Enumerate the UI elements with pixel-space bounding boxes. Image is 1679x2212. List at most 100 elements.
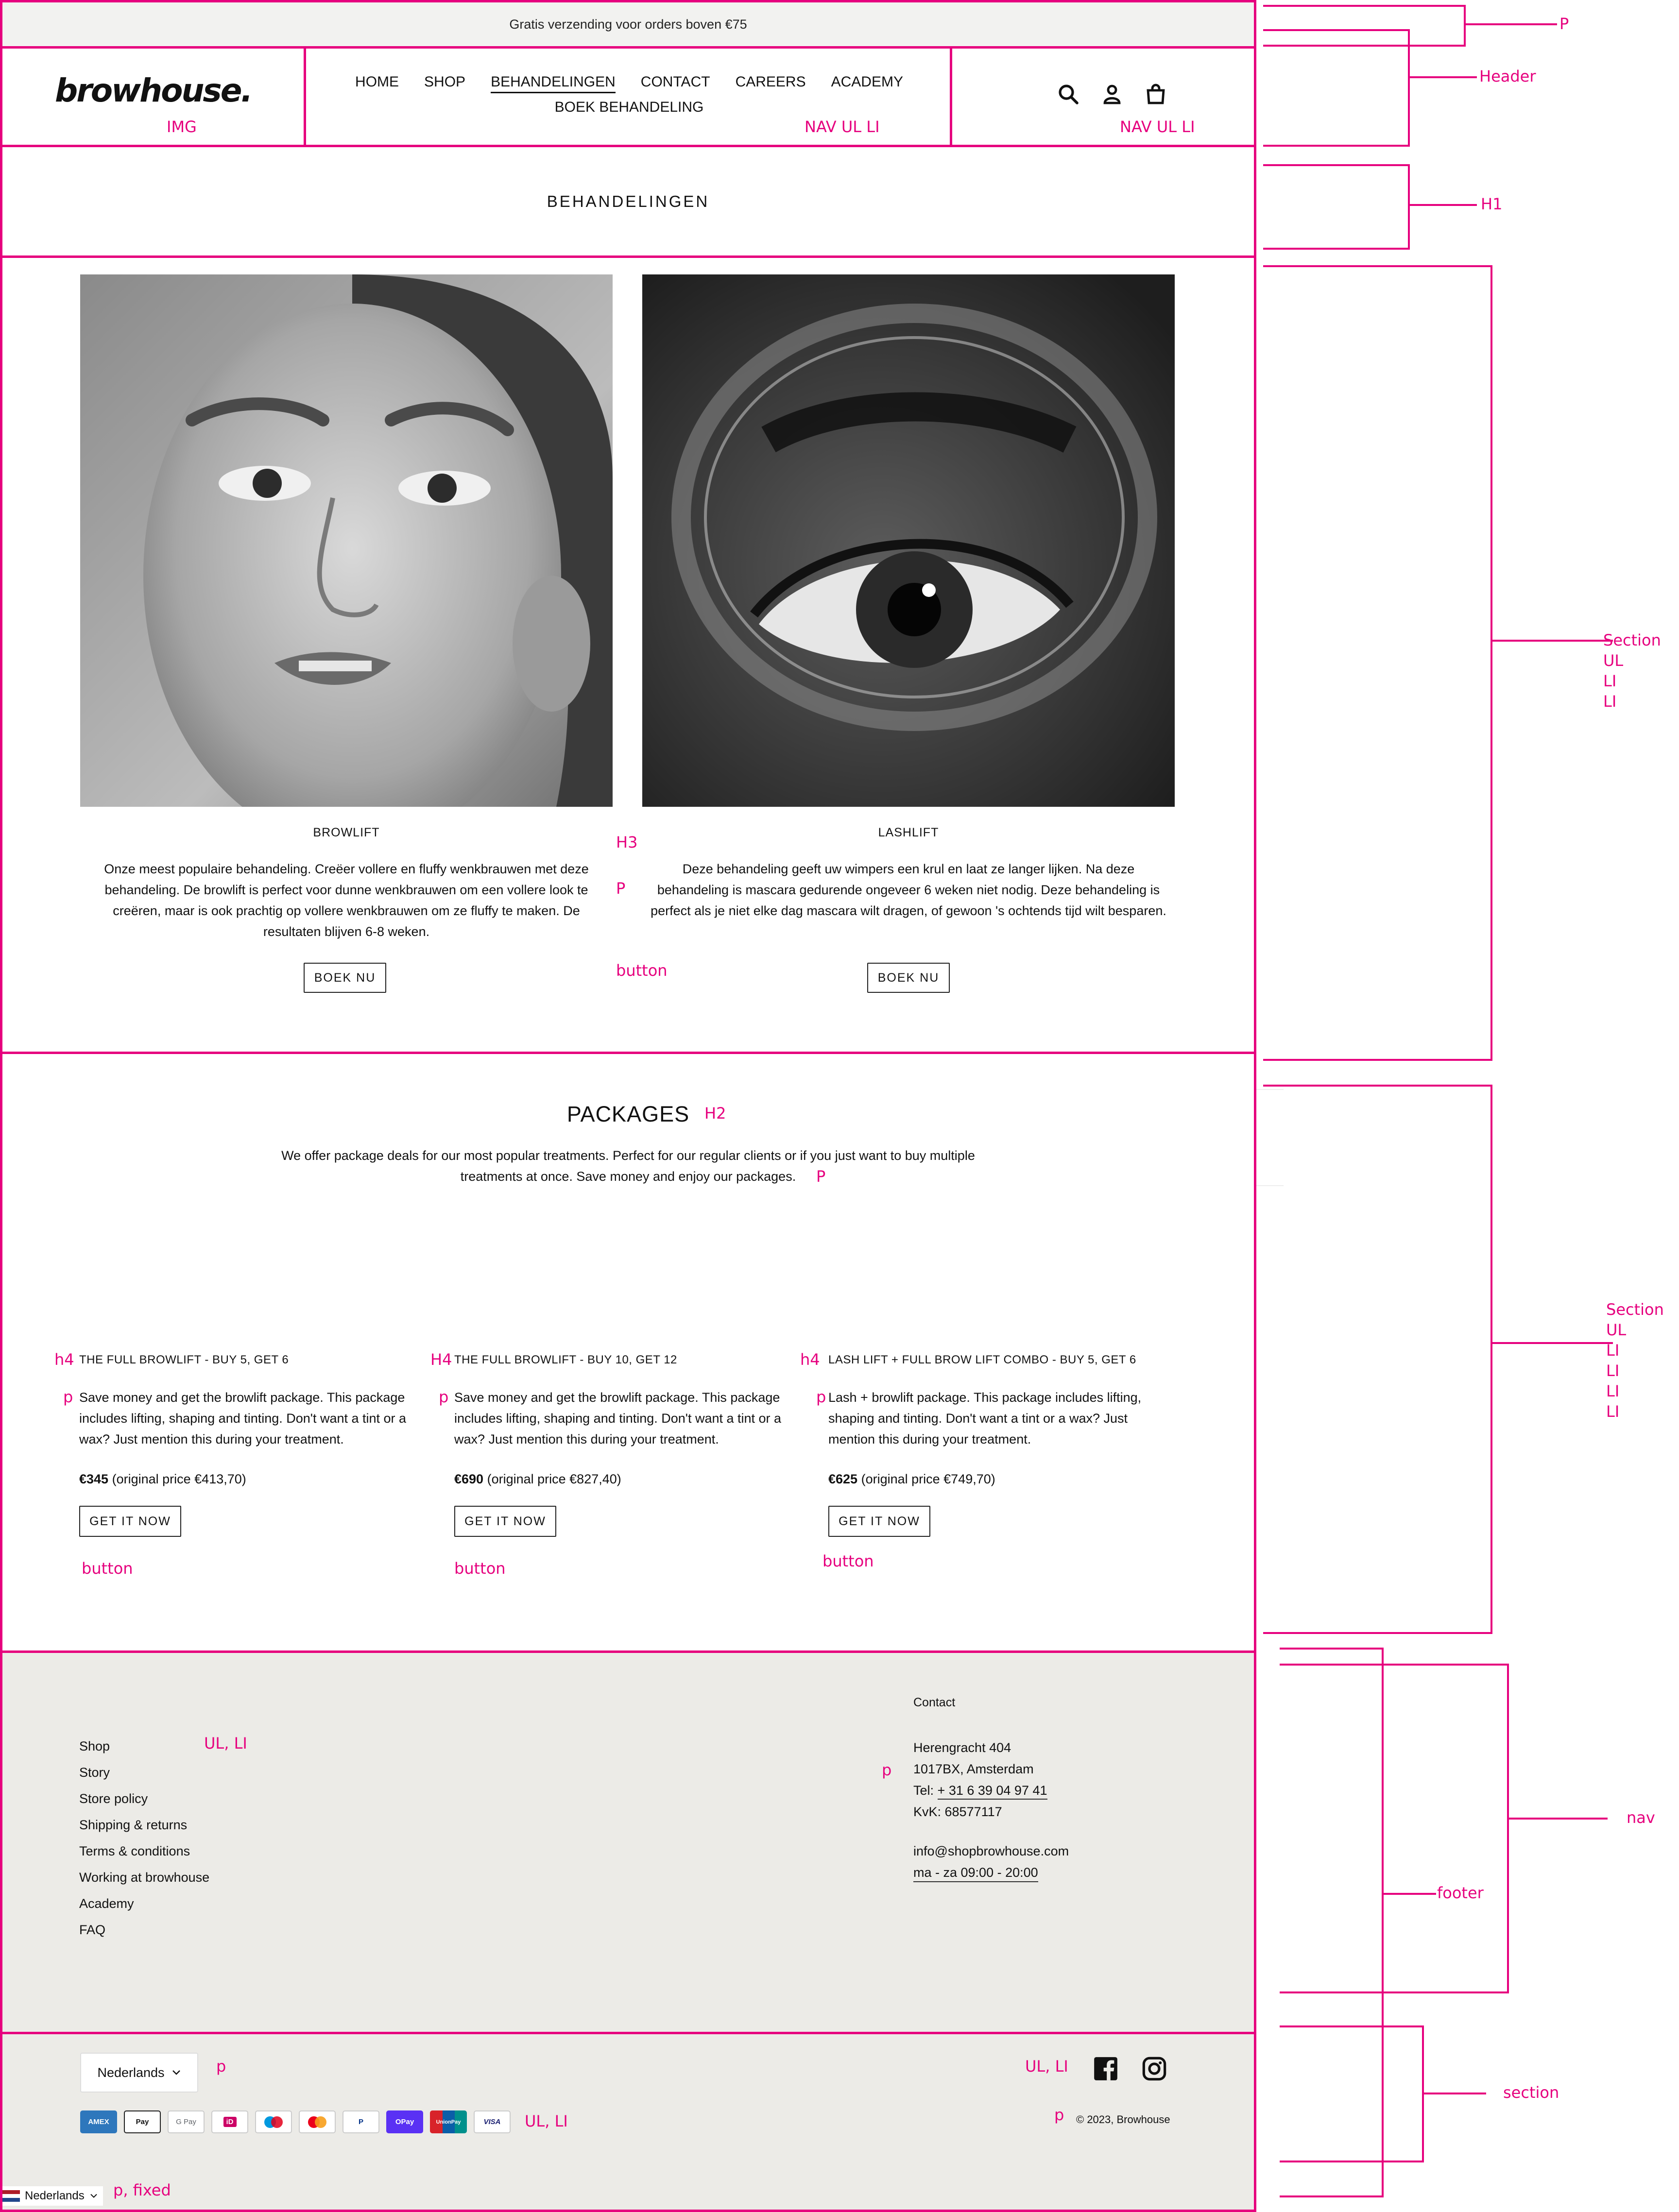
annotation-nav-ul-li: NAV UL LI [805,118,880,136]
annotation-ul-li-payments: UL, LI [525,2112,568,2130]
ideal-icon: iD [211,2110,248,2133]
package-price-value-1: €345 [79,1472,109,1486]
nav-academy[interactable]: ACADEMY [831,74,903,93]
get-it-now-button-2[interactable]: GET IT NOW [454,1506,556,1537]
bracket-nav-bottom [1280,1991,1508,1993]
treatment-title-lashlift: LASHLIFT [878,826,939,839]
nav-boek-behandeling[interactable]: BOEK BEHANDELING [555,99,704,116]
bracket-s2-bottom [1263,1632,1491,1634]
annotation-ul-li-social: UL, LI [1025,2057,1068,2076]
apple-pay-label: Pay [136,2118,149,2126]
nav-behandelingen[interactable]: BEHANDELINGEN [491,74,616,93]
language-selected: Nederlands [97,2065,165,2080]
bracket-h1-vert [1408,164,1410,250]
annotation-h1: H1 [1481,195,1503,213]
ideal-label: iD [223,2117,237,2127]
bracket-header-tick [1409,76,1477,78]
email-link[interactable]: info@shopbrowhouse.com [913,1844,1069,1859]
annotation-p-lang: p [216,2057,226,2076]
edge-fragment [1256,1089,1284,1186]
footer-link-faq[interactable]: FAQ [79,1923,105,1938]
footer-link-terms[interactable]: Terms & conditions [79,1844,190,1859]
annotation-footer: footer [1437,1884,1484,1902]
annotation-p-copyright: p [1054,2106,1064,2124]
bracket-header-bottom [1263,145,1409,147]
bracket-s2-vert [1491,1085,1492,1634]
book-now-lashlift-button[interactable]: BOEK NU [867,963,950,993]
nav-shop[interactable]: SHOP [424,74,465,93]
bracket-s1-tick [1491,640,1613,642]
bracket-p-tick [1465,23,1557,25]
bracket-footer-tick [1383,1893,1436,1895]
bracket-h1-tick [1409,204,1477,206]
bracket-footer-vert [1382,1648,1384,2197]
nav-home[interactable]: HOME [355,74,399,93]
bracket-footer-bottom [1280,2195,1383,2197]
search-icon[interactable] [1057,83,1080,106]
footer-link-store-policy[interactable]: Store policy [79,1791,148,1806]
footer-link-academy[interactable]: Academy [79,1896,134,1911]
flag-nl-icon [2,2190,20,2202]
brand-logo[interactable]: browhouse. [55,72,253,109]
tel-link[interactable]: + 31 6 39 04 97 41 [937,1783,1047,1800]
get-it-now-button-3[interactable]: GET IT NOW [828,1506,930,1537]
nav-careers[interactable]: CAREERS [736,74,806,93]
footer-divider [2,2032,1254,2034]
contact-tel: Tel: + 31 6 39 04 97 41 [913,1783,1047,1800]
packages-heading: PACKAGES [566,1102,690,1126]
browlift-photo [80,274,613,807]
bracket-s2-top [1263,1085,1491,1087]
annotation-p-top: P [1559,15,1569,33]
nav-row-primary: HOME SHOP BEHANDELINGEN CONTACT CAREERS … [306,74,952,93]
annotation-p-pk3: p [816,1388,826,1406]
treatment-title-browlift: BROWLIFT [313,826,380,839]
account-icon[interactable] [1100,83,1124,106]
logo-cell: browhouse. IMG [2,49,306,145]
fixed-language-switcher[interactable]: Nederlands [2,2186,103,2206]
annotation-p-fixed: p, fixed [113,2181,171,2199]
kvk-number: KvK: 68577117 [913,1804,1002,1819]
facebook-icon[interactable] [1093,2056,1118,2081]
annotation-s2-li-1: LI [1606,1341,1620,1360]
annotation-p-pk1: p [63,1388,73,1406]
annotation-h3: H3 [616,833,638,851]
package-desc-2: Save money and get the browlift package.… [454,1390,782,1446]
footer-link-shop[interactable]: Shop [79,1739,110,1754]
footer-link-working[interactable]: Working at browhouse [79,1870,209,1885]
annotation-img: IMG [167,118,197,136]
annotation-s1-section: Section [1603,631,1661,649]
visa-icon: VISA [474,2110,511,2133]
get-it-now-button-1[interactable]: GET IT NOW [79,1506,181,1537]
amex-icon: AMEX [80,2110,117,2133]
bracket-p-bottom [1263,45,1465,47]
packages-intro: We offer package deals for our most popu… [281,1148,975,1184]
fixed-language-label: Nederlands [25,2189,85,2202]
annotation-s2-section: Section [1606,1300,1664,1319]
address-line-2: 1017BX, Amsterdam [913,1762,1034,1776]
annotation-nav-ul-li-icons: NAV UL LI [1120,118,1195,136]
footer-link-story[interactable]: Story [79,1765,110,1780]
chevron-down-icon [90,2194,97,2198]
bracket-s1-vert [1491,265,1492,1061]
maestro-icon [255,2110,292,2133]
cart-icon[interactable] [1144,83,1167,106]
footer-link-shipping[interactable]: Shipping & returns [79,1818,187,1833]
annotation-s1-li-1: LI [1603,672,1617,690]
language-selector[interactable]: Nederlands [80,2053,198,2093]
annotation-header: Header [1479,67,1536,85]
bracket-section3-top [1280,2025,1423,2027]
bracket-h1-bottom [1263,248,1409,250]
opening-hours[interactable]: ma - za 09:00 - 20:00 [913,1865,1038,1882]
shop-pay-icon: OPay [386,2110,423,2133]
annotation-s2-ul: UL [1606,1321,1627,1339]
instagram-icon[interactable] [1142,2056,1167,2081]
annotation-button-pk3: button [822,1552,874,1570]
book-now-browlift-button[interactable]: BOEK NU [304,963,386,993]
package-title-2: THE FULL BROWLIFT - BUY 10, GET 12 [454,1353,677,1366]
nav-contact[interactable]: CONTACT [641,74,710,93]
bracket-s1-top [1263,265,1491,267]
bracket-header-vert [1408,29,1410,147]
annotation-s2-li-4: LI [1606,1402,1620,1421]
package-original-price-3: (original price €749,70) [861,1472,995,1486]
paypal-icon: P [343,2110,379,2133]
